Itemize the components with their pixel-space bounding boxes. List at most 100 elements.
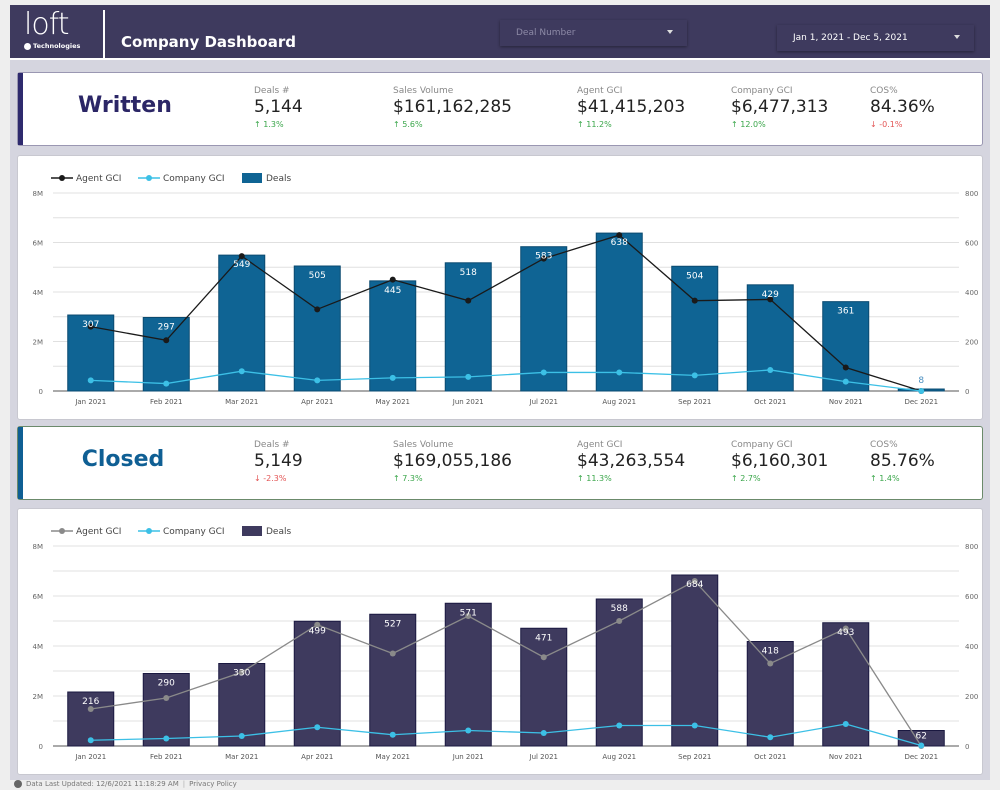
metric-delta: ↓ -0.1% — [870, 120, 935, 129]
right-axis-tick: 400 — [965, 643, 978, 651]
agent-gci-point — [389, 650, 396, 657]
deals-data-label: 8 — [918, 376, 924, 386]
company-gci-point — [87, 737, 94, 744]
deals-data-label: 638 — [611, 238, 628, 248]
metric-name: Deals # — [254, 86, 290, 96]
arrow-up-icon: ↑ — [577, 120, 584, 129]
metric-value: $43,263,554 — [577, 451, 686, 471]
metric-delta: ↑ 1.3% — [254, 120, 303, 129]
company-gci-point — [163, 380, 170, 387]
date-range-dropdown[interactable]: Jan 1, 2021 - Dec 5, 2021 — [777, 25, 974, 51]
deals-data-label: 429 — [762, 290, 779, 300]
metric-value: $161,162,285 — [393, 97, 512, 117]
x-axis-tick: Apr 2021 — [301, 398, 333, 406]
deals-data-label: 471 — [535, 633, 552, 643]
arrow-down-icon: ↓ — [870, 120, 877, 129]
x-axis-tick: Jun 2021 — [452, 753, 484, 761]
legend-agent-dot-icon — [59, 528, 65, 534]
x-axis-tick: Jul 2021 — [529, 753, 559, 761]
x-axis-tick: Mar 2021 — [225, 753, 258, 761]
deals-data-label: 297 — [158, 322, 175, 332]
company-gci-point — [691, 372, 698, 379]
deals-data-label: 62 — [916, 732, 927, 742]
deals-bar — [520, 246, 568, 392]
deals-bar — [369, 613, 417, 747]
legend-agent-label: Agent GCI — [76, 174, 121, 184]
header-divider — [103, 10, 105, 58]
closed-chart-svg: Agent GCI Company GCI Deals 0 2M 4M 6M 8M 0 200 40… — [33, 526, 978, 761]
metric-delta: ↑ 7.3% — [393, 474, 512, 483]
deals-bar — [520, 627, 568, 747]
arrow-down-icon: ↓ — [254, 474, 261, 483]
legend-company-label: Company GCI — [163, 527, 225, 537]
loft-logo[interactable]: loft Technologies — [24, 9, 84, 57]
company-gci-point — [238, 733, 245, 739]
metric-cos: COS% 84.36% ↓ -0.1% — [870, 86, 935, 129]
x-axis-tick: Feb 2021 — [150, 398, 182, 406]
company-gci-point — [87, 377, 94, 384]
privacy-policy-link[interactable]: Privacy Policy — [189, 780, 237, 788]
x-axis-tick: Nov 2021 — [829, 753, 863, 761]
company-gci-point — [163, 735, 170, 742]
chart-legend: Agent GCI Company GCI Deals — [51, 526, 291, 537]
deals-data-label: 504 — [686, 271, 703, 281]
metric-name: Sales Volume — [393, 440, 454, 450]
metric-value: 84.36% — [870, 97, 935, 117]
company-gci-point — [465, 727, 472, 734]
chevron-down-icon — [954, 35, 960, 39]
metric-delta: ↑ 1.4% — [870, 474, 935, 483]
metric-value: $6,477,313 — [731, 97, 829, 117]
legend-deals-swatch-icon — [242, 173, 262, 183]
left-axis-tick: 8M — [33, 543, 44, 551]
delta-value: 11.3% — [586, 474, 612, 483]
accent-bar — [18, 73, 23, 145]
metric-delta: ↑ 2.7% — [731, 474, 828, 483]
arrow-up-icon: ↑ — [254, 120, 261, 129]
company-gci-line — [90, 723, 922, 747]
left-axis-tick: 2M — [33, 339, 44, 347]
delta-value: 2.7% — [740, 474, 761, 483]
deal-number-dropdown[interactable]: Deal Number — [500, 20, 687, 46]
x-axis-tick: May 2021 — [375, 398, 410, 406]
x-axis-tick: Jun 2021 — [452, 398, 484, 406]
metric-value: $41,415,203 — [577, 97, 686, 117]
metric-delta: ↑ 5.6% — [393, 120, 512, 129]
right-axis-tick: 400 — [965, 289, 978, 297]
right-axis-tick: 600 — [965, 240, 978, 248]
company-gci-point — [918, 742, 925, 749]
deals-data-label: 493 — [837, 628, 854, 638]
metric-value: $169,055,186 — [393, 451, 512, 471]
deals-data-label: 583 — [535, 252, 552, 262]
deals-bar — [444, 262, 492, 392]
logo-wordmark: loft — [24, 7, 70, 42]
x-axis-tick: Dec 2021 — [904, 398, 938, 406]
agent-gci-point — [540, 654, 547, 661]
deals-bar — [369, 280, 417, 392]
footer: Data Last Updated: 12/6/2021 11:18:29 AM… — [14, 780, 237, 788]
agent-gci-point — [238, 253, 245, 260]
left-axis-tick: 8M — [33, 190, 44, 198]
deals-data-label: 588 — [611, 604, 628, 614]
metric-deals: Deals #5,144 ↑ 1.3% — [254, 86, 303, 129]
arrow-up-icon: ↑ — [731, 120, 738, 129]
x-axis-tick: Dec 2021 — [904, 753, 938, 761]
company-gci-point — [540, 369, 547, 376]
left-axis-tick: 0 — [39, 388, 43, 396]
chevron-down-icon — [667, 30, 673, 34]
deals-bar — [595, 232, 643, 392]
company-gci-point — [842, 721, 849, 727]
deals-data-label: 499 — [309, 626, 326, 636]
left-axis-tick: 4M — [33, 289, 44, 297]
page-title: Company Dashboard — [121, 33, 296, 51]
legend-company-dot-icon — [146, 528, 152, 534]
arrow-up-icon: ↑ — [870, 474, 877, 483]
agent-gci-point — [767, 660, 774, 667]
logo-sub-text: Technologies — [33, 42, 81, 50]
written-chart: Agent GCI Company GCI Deals 0 2M 4M 6M 8M 0 200 40… — [17, 155, 983, 420]
company-gci-point — [314, 724, 321, 731]
metric-sales-volume: Sales Volume $169,055,186 ↑ 7.3% — [393, 440, 512, 483]
section-label: Closed — [81, 447, 165, 472]
x-axis-tick: Oct 2021 — [754, 398, 786, 406]
metric-delta: ↑ 12.0% — [731, 120, 828, 129]
agent-gci-point — [842, 364, 849, 371]
